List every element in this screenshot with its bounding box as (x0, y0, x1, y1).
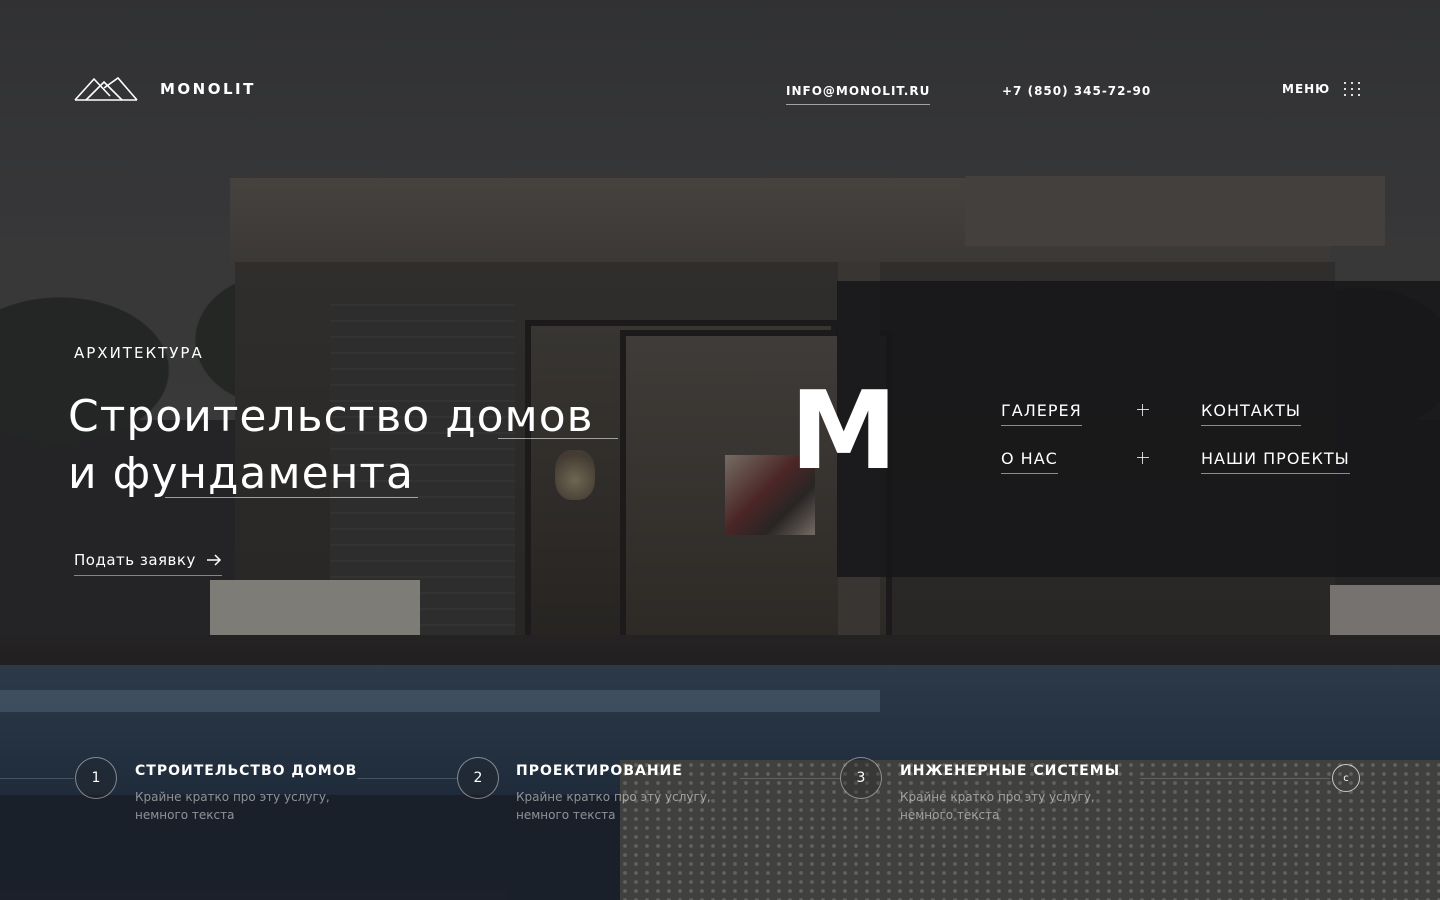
service-title[interactable]: ПРОЕКТИРОВАНИЕ (516, 763, 683, 779)
nav-link-about[interactable]: О НАС (1001, 449, 1058, 474)
arrow-right-icon (206, 554, 221, 566)
site-logo[interactable]: MONOLIT (74, 76, 256, 102)
service-description: Крайне кратко про эту услугу, немного те… (135, 790, 330, 822)
divider-line (1140, 778, 1330, 779)
menu-button[interactable]: МЕНЮ (1282, 82, 1361, 96)
service-number: 3 (840, 757, 882, 799)
hero-title-line-1: Строительство домов (68, 391, 594, 442)
dots-grid-icon (1344, 82, 1361, 96)
cta-label: Подать заявку (74, 551, 196, 569)
title-underline-1 (498, 438, 618, 439)
expand-plus-icon[interactable] (1137, 452, 1149, 464)
hero-title-line-2: и фундамента (68, 448, 415, 499)
monogram-letter: M (790, 369, 898, 494)
service-description: Крайне кратко про эту услугу, немного те… (900, 790, 1095, 822)
mountain-logo-icon (74, 76, 138, 101)
hero-title: Строительство домов и фундамента (68, 388, 688, 502)
title-underline-2 (165, 497, 418, 498)
service-title[interactable]: ИНЖЕНЕРНЫЕ СИСТЕМЫ (900, 763, 1120, 779)
service-number: 1 (75, 757, 117, 799)
next-slide-button[interactable]: c (1332, 764, 1360, 792)
service-number: 2 (457, 757, 499, 799)
expand-plus-icon[interactable] (1137, 404, 1149, 416)
service-title[interactable]: СТРОИТЕЛЬСТВО ДОМОВ (135, 763, 357, 779)
brand-name: MONOLIT (160, 80, 256, 98)
email-link[interactable]: INFO@MONOLIT.RU (786, 84, 931, 105)
nav-link-projects[interactable]: НАШИ ПРОЕКТЫ (1201, 449, 1350, 474)
nav-link-contacts[interactable]: КОНТАКТЫ (1201, 401, 1301, 426)
hero-eyebrow: АРХИТЕКТУРА (74, 344, 204, 362)
submit-request-link[interactable]: Подать заявку (74, 551, 222, 576)
menu-label: МЕНЮ (1282, 82, 1331, 96)
phone-number[interactable]: +7 (850) 345-72-90 (1002, 84, 1151, 98)
divider-line (357, 778, 457, 779)
nav-link-gallery[interactable]: ГАЛЕРЕЯ (1001, 401, 1082, 426)
service-description: Крайне кратко про эту услугу, немного те… (516, 790, 711, 822)
divider-line (0, 778, 74, 779)
nav-panel (837, 281, 1440, 577)
divider-line (740, 778, 840, 779)
